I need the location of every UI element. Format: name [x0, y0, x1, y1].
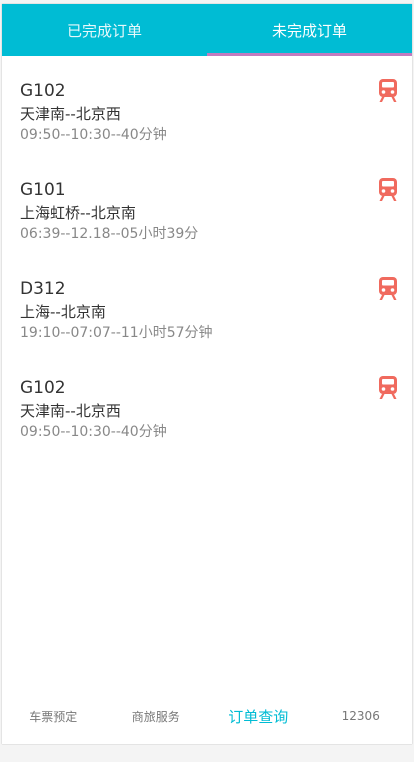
tab-pending-orders[interactable]: 未完成订单: [207, 4, 412, 56]
route: 上海虹桥--北京南: [20, 204, 136, 222]
train-icon: [378, 277, 398, 301]
train-icon: [378, 376, 398, 400]
train-number: G102: [20, 81, 66, 101]
train-number: D312: [20, 279, 66, 299]
nav-order-query[interactable]: 订单查询: [207, 706, 310, 727]
nav-12306[interactable]: 12306: [310, 709, 413, 723]
nav-business-travel[interactable]: 商旅服务: [105, 708, 208, 725]
tab-label: 已完成订单: [66, 21, 142, 40]
route: 上海--北京南: [20, 303, 106, 321]
time-info: 19:10--07:07--11小时57分钟: [20, 325, 213, 341]
route: 天津南--北京西: [20, 105, 121, 123]
train-number: G102: [20, 378, 66, 398]
order-item[interactable]: G102 天津南--北京西 09:50--10:30--40分钟: [2, 79, 412, 177]
tab-label: 未完成订单: [271, 21, 347, 40]
route: 天津南--北京西: [20, 402, 121, 420]
train-number: G101: [20, 180, 66, 200]
order-tabs: 已完成订单 未完成订单: [2, 4, 412, 56]
time-info: 06:39--12.18--05小时39分: [20, 226, 199, 242]
app-screen: 已完成订单 未完成订单 G102 天津南--北京西 09:50--10:30--…: [2, 4, 412, 744]
page: 已完成订单 未完成订单 G102 天津南--北京西 09:50--10:30--…: [0, 0, 414, 762]
nav-ticket-booking[interactable]: 车票预定: [2, 708, 105, 725]
order-item[interactable]: G101 上海虹桥--北京南 06:39--12.18--05小时39分: [2, 178, 412, 276]
train-icon: [378, 178, 398, 202]
order-item[interactable]: D312 上海--北京南 19:10--07:07--11小时57分钟: [2, 277, 412, 375]
train-icon: [378, 79, 398, 103]
tab-completed-orders[interactable]: 已完成订单: [2, 4, 207, 56]
order-list: G102 天津南--北京西 09:50--10:30--40分钟 G101 上海…: [2, 56, 412, 474]
bottom-nav: 车票预定 商旅服务 订单查询 12306: [2, 688, 412, 744]
time-info: 09:50--10:30--40分钟: [20, 424, 167, 440]
order-item[interactable]: G102 天津南--北京西 09:50--10:30--40分钟: [2, 376, 412, 474]
time-info: 09:50--10:30--40分钟: [20, 127, 167, 143]
